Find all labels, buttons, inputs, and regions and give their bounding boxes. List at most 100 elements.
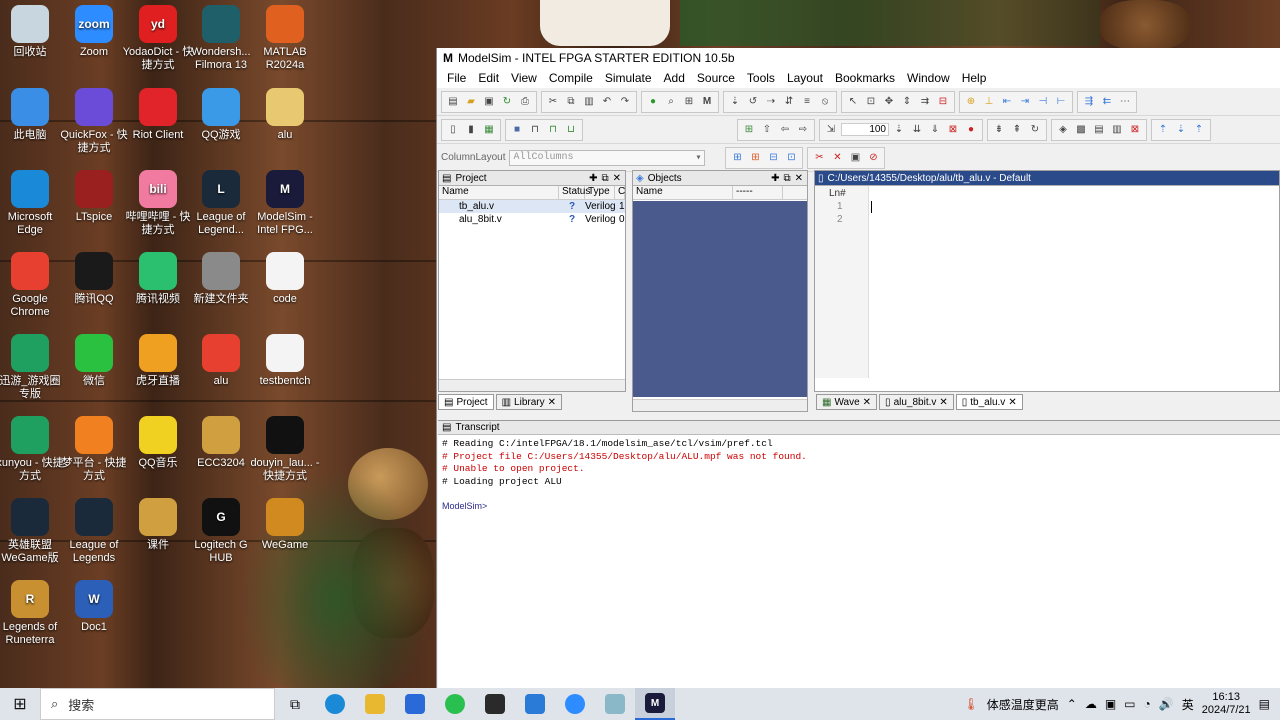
expand-icon[interactable]: ⇶ (1081, 94, 1097, 110)
run-length-input[interactable]: 100 (841, 123, 889, 136)
project-hscrollbar[interactable] (439, 379, 625, 391)
break-run-icon[interactable]: ⊠ (945, 122, 961, 138)
desktop-icon[interactable]: 回收站 (0, 5, 66, 59)
desktop-icon[interactable]: 新建文件夹 (185, 252, 257, 306)
desktop-icon[interactable]: WeGame (249, 498, 321, 552)
step-into-icon[interactable]: ⇟ (991, 122, 1007, 138)
insert-signal-icon[interactable]: ⊕ (963, 94, 979, 110)
close-icon[interactable]: ✕ (863, 397, 871, 408)
wave-d-icon[interactable]: ⊔ (563, 122, 579, 138)
redo-icon[interactable]: ↷ (617, 94, 633, 110)
desktop-icon[interactable]: 此电脑 (0, 88, 66, 142)
volume-icon[interactable]: 🔊 (1159, 697, 1174, 711)
reload-icon[interactable]: ↻ (499, 94, 515, 110)
run-all-icon[interactable]: ⇓ (927, 122, 943, 138)
desktop-icon[interactable]: ECC3204 (185, 416, 257, 470)
col-name[interactable]: Name (633, 186, 733, 199)
desktop-icon[interactable]: yd YodaoDict - 快捷方式 (122, 5, 194, 72)
nav-back-icon[interactable]: ⇦ (777, 122, 793, 138)
col-type[interactable]: Type (585, 186, 615, 199)
ime-indicator[interactable]: 英 (1182, 696, 1194, 713)
wave-a-icon[interactable]: ■ (509, 122, 525, 138)
nav-up-icon[interactable]: ⇧ (759, 122, 775, 138)
col-status[interactable]: Status (559, 186, 590, 199)
start-button[interactable]: ⊞ (0, 688, 40, 720)
print-icon[interactable]: ⎙ (517, 94, 533, 110)
file-explorer-icon[interactable] (355, 688, 395, 720)
desktop-icon[interactable]: testbentch (249, 334, 321, 388)
save-icon[interactable]: ▣ (481, 94, 497, 110)
menu-window[interactable]: Window (901, 71, 956, 85)
notification-icon[interactable]: ▤ (1259, 697, 1270, 711)
cloud-icon[interactable]: ☁ (1085, 697, 1097, 711)
desktop-icon[interactable]: alu (249, 88, 321, 142)
new-file-icon[interactable]: ▤ (445, 94, 461, 110)
desktop-icon[interactable]: 微信 (58, 334, 130, 388)
objects-b-icon[interactable]: ⊞ (747, 150, 763, 166)
menu-simulate[interactable]: Simulate (599, 71, 658, 85)
desktop-icon[interactable]: M ModelSim - Intel FPG... (249, 170, 321, 237)
run-length-icon[interactable]: ⇲ (823, 122, 839, 138)
paste-icon[interactable]: ▥ (581, 94, 597, 110)
tab-tb-alu[interactable]: ▯ tb_alu.v ✕ (955, 394, 1023, 410)
close-icon[interactable]: ✕ (939, 397, 947, 408)
find-icon[interactable]: ⌕ (663, 94, 679, 110)
command-prompt[interactable]: ModelSim> (438, 500, 1280, 513)
objects-c-icon[interactable]: ⊟ (765, 150, 781, 166)
menu-file[interactable]: File (441, 71, 472, 85)
open-folder-icon[interactable]: ▰ (463, 94, 479, 110)
menu-compile[interactable]: Compile (543, 71, 599, 85)
layout-b-icon[interactable]: ▮ (463, 122, 479, 138)
desktop-icon[interactable]: MATLAB R2024a (249, 5, 321, 72)
align-icon[interactable]: ⇕ (899, 94, 915, 110)
desktop-icon[interactable]: G Logitech G HUB (185, 498, 257, 565)
desktop-icon[interactable]: QQ音乐 (122, 416, 194, 470)
zoom-out-icon[interactable]: ⇣ (1173, 122, 1189, 138)
close-icon[interactable]: ✕ (613, 173, 621, 184)
nav-forward-icon[interactable]: ⇨ (795, 122, 811, 138)
schematic-icon[interactable]: ▩ (1073, 122, 1089, 138)
menu-source[interactable]: Source (691, 71, 741, 85)
step-over-icon[interactable]: ⇞ (1009, 122, 1025, 138)
collapse-icon[interactable]: ⇇ (1099, 94, 1115, 110)
pan-icon[interactable]: ✥ (881, 94, 897, 110)
app-taskbar-icon[interactable] (595, 688, 635, 720)
project-file-row[interactable]: tb_alu.v ? Verilog 1 (439, 200, 625, 213)
tab-project[interactable]: ▤ Project (438, 394, 494, 410)
continue-icon[interactable]: ⇊ (909, 122, 925, 138)
desktop-icon[interactable]: xunyou - 快捷方式 (0, 416, 66, 483)
desktop-icon[interactable]: bili 哔哩哔哩 - 快捷方式 (122, 170, 194, 237)
desktop-icon[interactable]: L League of Legend... (185, 170, 257, 237)
move-right-icon[interactable]: ⇥ (1017, 94, 1033, 110)
desktop-icon[interactable]: douyin_lau... - 快捷方式 (249, 416, 321, 483)
menu-bookmarks[interactable]: Bookmarks (829, 71, 901, 85)
desktop-icon[interactable]: 腾讯QQ (58, 252, 130, 306)
zoom-in-icon[interactable]: ⇡ (1155, 122, 1171, 138)
break-icon[interactable]: ⦸ (817, 94, 833, 110)
compile-all-icon[interactable]: ↺ (745, 94, 761, 110)
compile-out-icon[interactable]: ⇢ (763, 94, 779, 110)
layout-a-icon[interactable]: ▯ (445, 122, 461, 138)
zoom-fit-icon[interactable]: ⇡ (1191, 122, 1207, 138)
restart-icon[interactable]: ↻ (1027, 122, 1043, 138)
close-icon[interactable]: ✕ (795, 173, 803, 184)
project-file-row[interactable]: alu_8bit.v ? Verilog 0 (439, 213, 625, 226)
mail-icon[interactable] (515, 688, 555, 720)
editor-text-area[interactable] (871, 201, 872, 213)
wave-b-icon[interactable]: ⊓ (527, 122, 543, 138)
stop-run-icon[interactable]: ● (963, 122, 979, 138)
move-left-icon[interactable]: ⇤ (999, 94, 1015, 110)
weather-text[interactable]: 体感温度更高 (987, 696, 1059, 713)
modelsim-taskbar-icon[interactable]: M (635, 688, 675, 720)
zoom-region-icon[interactable]: ⊡ (863, 94, 879, 110)
clipboard-icon[interactable]: ▣ (847, 150, 863, 166)
network-icon[interactable]: ⊞ (681, 94, 697, 110)
desktop-icon[interactable]: R Legends of Runeterra (0, 580, 66, 647)
nav-home-icon[interactable]: ⊞ (741, 122, 757, 138)
cut-icon[interactable]: ✂ (545, 94, 561, 110)
delete-signal-icon[interactable]: ✕ (829, 150, 845, 166)
desktop-icon[interactable]: LTspice (58, 170, 130, 224)
tab-library[interactable]: ▥ Library ✕ (495, 394, 562, 410)
tab-alu-8bit[interactable]: ▯ alu_8bit.v ✕ (879, 394, 954, 410)
search-box[interactable]: ⌕ 搜索 (40, 688, 275, 720)
